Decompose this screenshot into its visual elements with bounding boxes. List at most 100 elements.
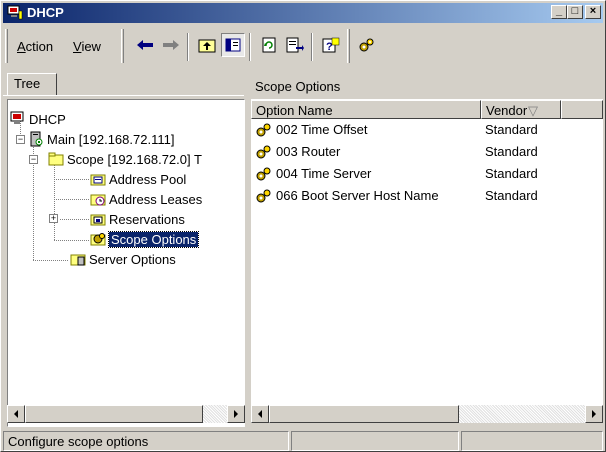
scroll-track[interactable] xyxy=(459,405,585,423)
up-folder-icon[interactable] xyxy=(195,33,219,57)
scope-options-icon xyxy=(90,231,106,247)
expander-plus[interactable]: + xyxy=(49,214,58,223)
tree-tab-strip: Tree xyxy=(3,71,244,97)
tree-item-label: Address Leases xyxy=(109,191,203,207)
status-panel-2 xyxy=(291,431,459,451)
tree-connector xyxy=(54,179,89,180)
menu-view[interactable]: View xyxy=(73,39,101,54)
details-header: Scope Options xyxy=(249,75,605,97)
option-icon xyxy=(255,187,273,205)
status-bar: Configure scope options xyxy=(3,431,603,451)
title-bar[interactable]: DHCP _ □ × xyxy=(3,3,603,23)
status-text: Configure scope options xyxy=(3,431,289,451)
list-header: Option Name Vendor ▽ xyxy=(251,99,603,119)
refresh-icon[interactable] xyxy=(257,33,281,57)
options-list[interactable]: 002 Time Offset Standard 003 Router Stan… xyxy=(251,119,603,405)
dhcp-options-icon[interactable] xyxy=(355,33,379,57)
toolbar-separator xyxy=(187,33,189,61)
tree-item-scope-options[interactable]: Scope Options xyxy=(90,230,200,248)
option-vendor: Standard xyxy=(485,188,538,203)
server-options-icon xyxy=(70,251,86,267)
list-hscrollbar[interactable] xyxy=(251,405,603,423)
tree-item-dhcp[interactable]: DHCP xyxy=(10,110,66,128)
menu-action-label: ction xyxy=(25,39,54,54)
back-arrow-icon[interactable] xyxy=(133,33,157,57)
toolbar-grip-2[interactable] xyxy=(121,29,124,63)
sort-indicator-icon: ▽ xyxy=(528,103,538,118)
tree-item-server-options[interactable]: Server Options xyxy=(70,250,176,268)
scroll-right-button[interactable] xyxy=(585,405,603,423)
tree-item-label: Main [192.168.72.111] xyxy=(47,131,175,147)
close-button[interactable]: × xyxy=(585,5,601,19)
option-name: 003 Router xyxy=(276,144,341,159)
list-item[interactable]: 003 Router Standard xyxy=(251,141,603,163)
maximize-button[interactable]: □ xyxy=(567,5,583,19)
option-icon xyxy=(255,143,273,161)
menu-action[interactable]: Action xyxy=(17,39,53,54)
toolbar-grip[interactable] xyxy=(5,29,8,63)
toolbar-grip-3[interactable] xyxy=(347,29,350,63)
folder-open-icon xyxy=(48,151,64,167)
column-option-name[interactable]: Option Name xyxy=(251,100,481,119)
tree-item-label: Reservations xyxy=(109,211,185,227)
show-hide-tree-icon[interactable] xyxy=(221,33,245,57)
menu-view-label: iew xyxy=(81,39,101,54)
scroll-track[interactable] xyxy=(203,405,227,423)
scroll-left-button[interactable] xyxy=(7,405,25,423)
tree-connector xyxy=(54,160,55,240)
tree-item-reservations[interactable]: Reservations xyxy=(90,210,185,228)
expander-minus[interactable]: − xyxy=(16,135,25,144)
export-list-icon[interactable] xyxy=(283,33,307,57)
help-icon[interactable]: ? xyxy=(319,33,343,57)
option-vendor: Standard xyxy=(485,122,538,137)
option-icon xyxy=(255,121,273,139)
list-item[interactable]: 002 Time Offset Standard xyxy=(251,119,603,141)
menu-toolbar: Action View ? xyxy=(3,25,603,69)
column-vendor[interactable]: Vendor ▽ xyxy=(481,100,561,119)
option-icon xyxy=(255,165,273,183)
dhcp-window: DHCP _ □ × Action View ? Tree − − + DHCP… xyxy=(0,0,606,452)
tree-hscrollbar[interactable] xyxy=(7,405,245,423)
dhcp-app-icon xyxy=(7,5,23,20)
toolbar-separator xyxy=(249,33,251,61)
tree-item-server[interactable]: Main [192.168.72.111] xyxy=(28,130,174,148)
expander-minus[interactable]: − xyxy=(29,155,38,164)
tree-pane[interactable]: − − + DHCP Main [192.168.72.111] Scope [… xyxy=(7,99,245,427)
tree-item-label: DHCP xyxy=(29,111,66,127)
list-item[interactable]: 004 Time Server Standard xyxy=(251,163,603,185)
tree-item-label: Server Options xyxy=(89,251,176,267)
window-title: DHCP xyxy=(27,5,64,20)
tab-baseline xyxy=(3,95,244,97)
option-name: 004 Time Server xyxy=(276,166,372,181)
tree-item-label: Address Pool xyxy=(109,171,187,187)
scroll-left-button[interactable] xyxy=(251,405,269,423)
tree-item-scope[interactable]: Scope [192.168.72.0] T xyxy=(48,150,202,168)
status-panel-3 xyxy=(461,431,603,451)
details-pane: Scope Options Option Name Vendor ▽ 002 T… xyxy=(249,75,605,427)
reservations-icon xyxy=(90,211,106,227)
minimize-button[interactable]: _ xyxy=(551,5,567,19)
tree-item-label-selected: Scope Options xyxy=(107,230,200,248)
scroll-right-button[interactable] xyxy=(227,405,245,423)
scroll-thumb[interactable] xyxy=(25,405,203,423)
column-vendor-label: Vendor xyxy=(486,103,528,118)
address-leases-icon xyxy=(90,191,106,207)
tree-connector xyxy=(54,240,89,241)
server-icon xyxy=(28,131,44,147)
tree-tab[interactable]: Tree xyxy=(7,73,57,95)
dhcp-icon xyxy=(10,111,26,127)
tree-item-label: Scope [192.168.72.0] T xyxy=(67,151,202,167)
list-item[interactable]: 066 Boot Server Host Name Standard xyxy=(251,185,603,207)
column-filler xyxy=(561,100,603,119)
option-name: 002 Time Offset xyxy=(276,122,368,137)
forward-arrow-icon[interactable] xyxy=(159,33,183,57)
toolbar-separator xyxy=(311,33,313,61)
tree-item-address-leases[interactable]: Address Leases xyxy=(90,190,202,208)
tree-connector xyxy=(60,219,89,220)
tree-connector xyxy=(33,260,68,261)
menu-action-accel: A xyxy=(17,39,26,54)
tree-connector xyxy=(54,199,89,200)
option-name: 066 Boot Server Host Name xyxy=(276,188,439,203)
tree-item-address-pool[interactable]: Address Pool xyxy=(90,170,186,188)
scroll-thumb[interactable] xyxy=(269,405,459,423)
